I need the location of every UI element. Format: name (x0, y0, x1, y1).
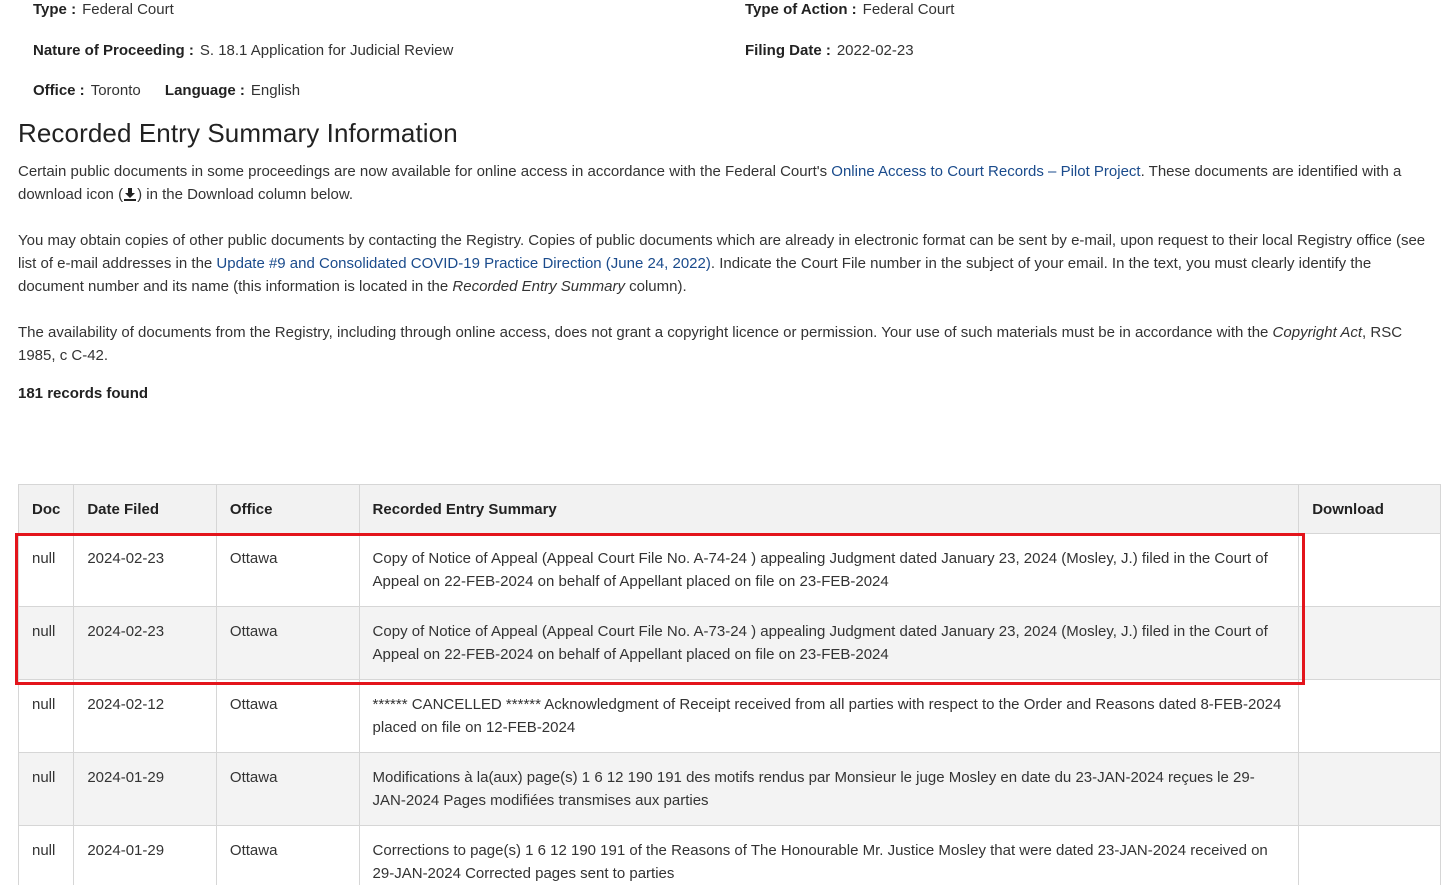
meta-filing-date: Filing Date : 2022-02-23 (745, 42, 914, 59)
nature-value: S. 18.1 Application for Judicial Review (199, 42, 454, 59)
para2-text-c: column). (624, 278, 687, 295)
table-row: null 2024-02-23 Ottawa Copy of Notice of… (17, 533, 1441, 607)
cell-summary: Corrections to page(s) 1 6 12 190 191 of… (358, 825, 1300, 885)
meta-type-of-action: Type of Action : Federal Court (745, 1, 954, 18)
header-recorded-entry-summary[interactable]: Recorded Entry Summary (358, 484, 1300, 534)
header-doc[interactable]: Doc (17, 484, 75, 534)
cell-doc: null (17, 606, 75, 680)
type-of-action-label: Type of Action : (745, 1, 857, 18)
section-title: Recorded Entry Summary Information (18, 118, 458, 148)
para2-emphasis: Recorded Entry Summary (452, 278, 625, 295)
cell-date-filed: 2024-02-23 (73, 606, 217, 680)
cell-summary: Copy of Notice of Appeal (Appeal Court F… (358, 533, 1300, 607)
cell-date-filed: 2024-02-12 (73, 679, 217, 753)
cell-summary: Copy of Notice of Appeal (Appeal Court F… (358, 606, 1300, 680)
header-office[interactable]: Office (215, 484, 360, 534)
language-value: English (250, 82, 301, 99)
online-access-paragraph: Certain public documents in some proceed… (18, 160, 1438, 206)
meta-type: Type : Federal Court (33, 1, 174, 18)
meta-office-language: Office : Toronto Language : English (33, 82, 300, 99)
cell-download (1298, 533, 1441, 607)
cell-download (1298, 825, 1441, 885)
para1-text-c: ) in the Download column below. (137, 186, 354, 203)
type-label: Type : (33, 1, 77, 18)
cell-doc: null (17, 533, 75, 607)
office-label: Office : (33, 82, 85, 99)
covid-practice-direction-link[interactable]: Update #9 and Consolidated COVID-19 Prac… (216, 255, 710, 272)
table-row: null 2024-02-23 Ottawa Copy of Notice of… (17, 606, 1441, 680)
type-value: Federal Court (82, 1, 174, 18)
cell-doc: null (17, 679, 75, 753)
filing-date-label: Filing Date : (745, 42, 831, 59)
cell-doc: null (17, 825, 75, 885)
cell-office: Ottawa (215, 825, 360, 885)
nature-label: Nature of Proceeding : (33, 42, 194, 59)
cell-date-filed: 2024-02-23 (73, 533, 217, 607)
header-download[interactable]: Download (1298, 484, 1441, 534)
copies-paragraph: You may obtain copies of other public do… (18, 229, 1438, 298)
table-row: null 2024-01-29 Ottawa Modifications à l… (17, 752, 1441, 826)
table-row: null 2024-02-12 Ottawa ****** CANCELLED … (17, 679, 1441, 753)
language-label: Language : (164, 82, 245, 99)
copyright-act-emphasis: Copyright Act (1272, 324, 1363, 341)
cell-date-filed: 2024-01-29 (73, 752, 217, 826)
cell-download (1298, 606, 1441, 680)
recorded-entries-table: Doc Date Filed Office Recorded Entry Sum… (17, 484, 1441, 885)
cell-office: Ottawa (215, 533, 360, 607)
online-access-pilot-link[interactable]: Online Access to Court Records – Pilot P… (831, 163, 1140, 180)
cell-summary: Modifications à la(aux) page(s) 1 6 12 1… (358, 752, 1300, 826)
meta-nature: Nature of Proceeding : S. 18.1 Applicatio… (33, 42, 453, 59)
cell-download (1298, 752, 1441, 826)
cell-date-filed: 2024-01-29 (73, 825, 217, 885)
type-of-action-value: Federal Court (862, 1, 955, 18)
cell-office: Ottawa (215, 752, 360, 826)
table-row: null 2024-01-29 Ottawa Corrections to pa… (17, 825, 1441, 885)
table-header-row: Doc Date Filed Office Recorded Entry Sum… (17, 484, 1441, 534)
download-icon (123, 185, 137, 201)
copyright-paragraph: The availability of documents from the R… (18, 321, 1438, 367)
cell-office: Ottawa (215, 679, 360, 753)
office-value: Toronto (90, 82, 141, 99)
para1-text-a: Certain public documents in some proceed… (18, 163, 832, 180)
para3-text-a: The availability of documents from the R… (18, 324, 1273, 341)
page: Type : Federal Court Type of Action : Fede… (0, 0, 1456, 885)
cell-office: Ottawa (215, 606, 360, 680)
records-found-count: 181 records found (18, 385, 149, 402)
cell-summary: ****** CANCELLED ****** Acknowledgment o… (358, 679, 1300, 753)
filing-date-value: 2022-02-23 (836, 42, 914, 59)
cell-download (1298, 679, 1441, 753)
header-date-filed[interactable]: Date Filed (73, 484, 217, 534)
cell-doc: null (17, 752, 75, 826)
